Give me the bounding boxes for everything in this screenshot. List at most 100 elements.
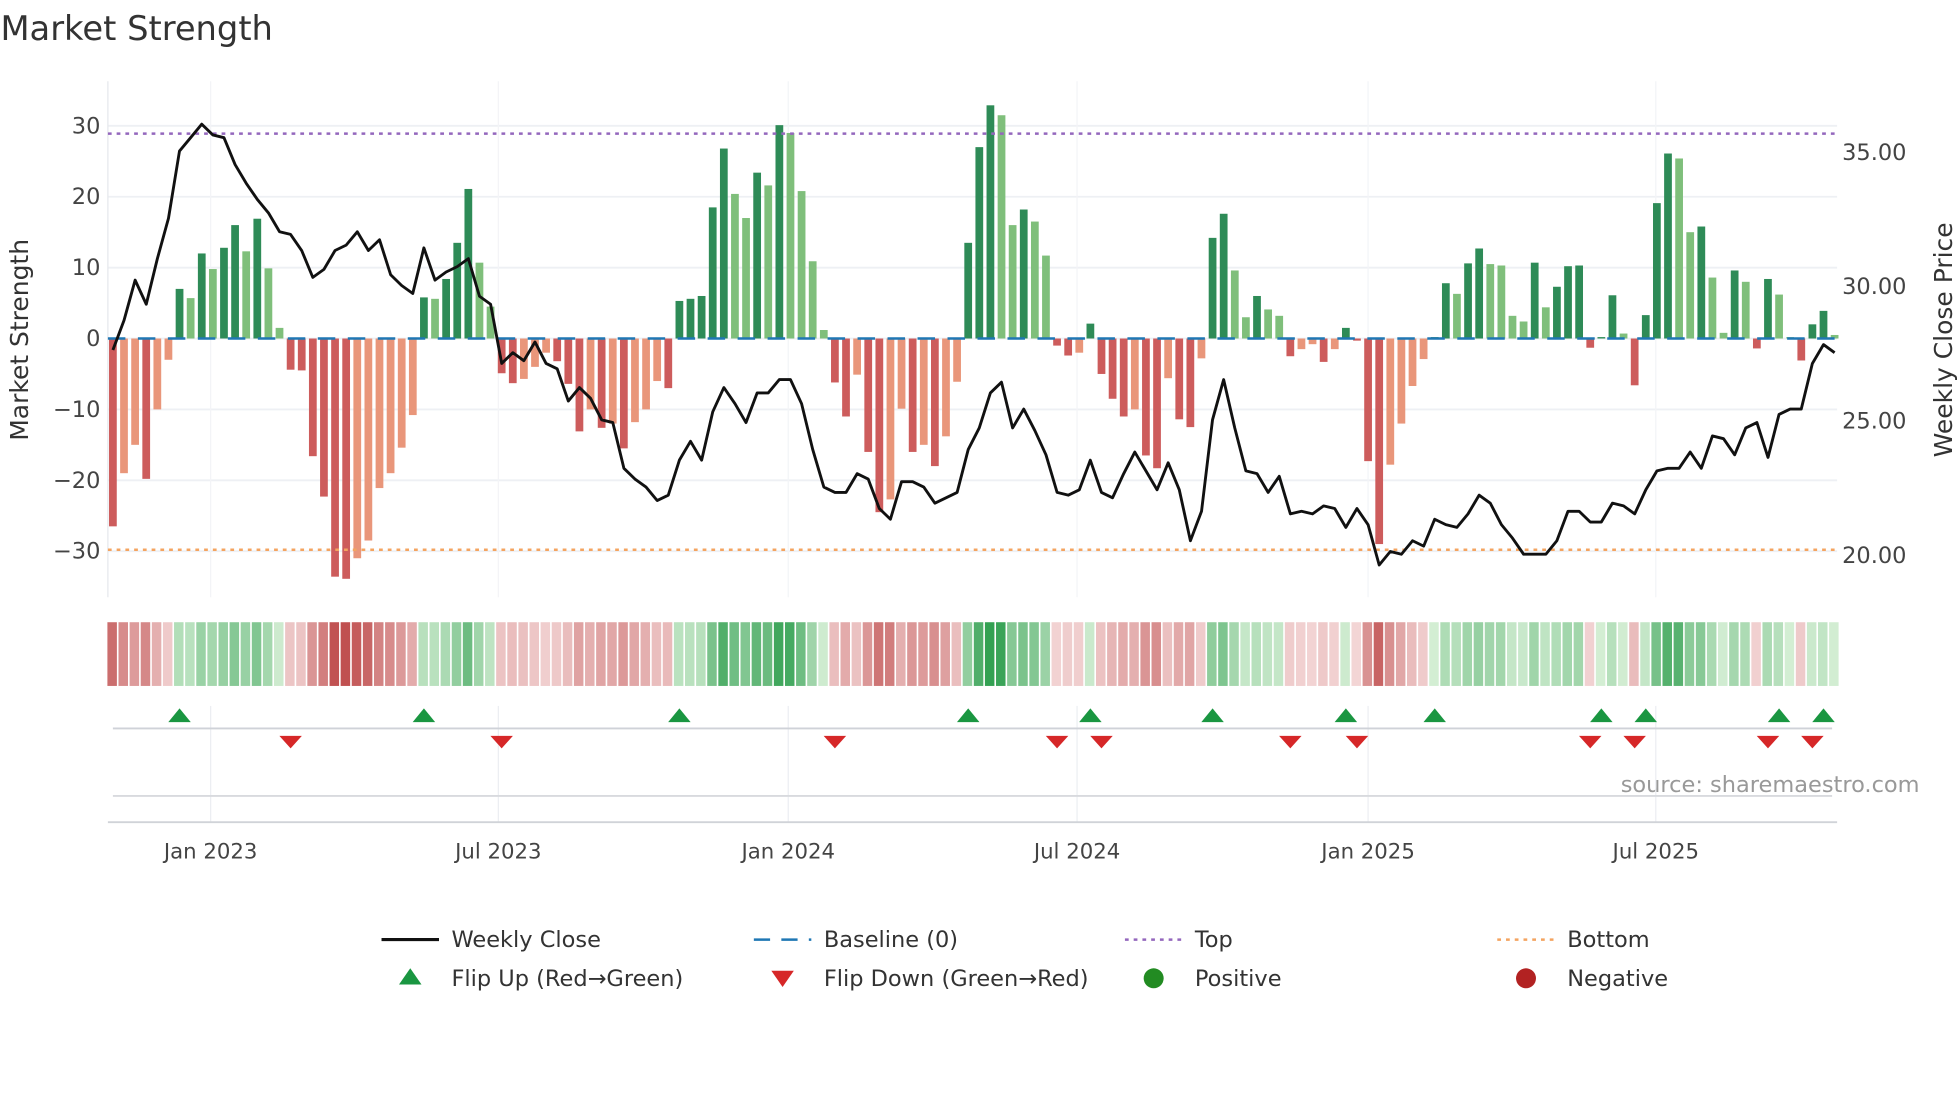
flip-up-marker [1634, 708, 1658, 723]
heat-cell [207, 622, 217, 686]
strength-bar [1464, 263, 1472, 339]
heat-cell [984, 622, 995, 686]
heat-cell [851, 622, 862, 686]
strength-bar [908, 338, 917, 452]
heat-cell [840, 622, 851, 686]
y-right-tick-label: 20.00 [1842, 543, 1906, 569]
strength-bar [1086, 323, 1095, 339]
heat-cell [240, 622, 251, 686]
strength-bar [1242, 317, 1250, 339]
flip-down-marker [1801, 735, 1824, 749]
strength-bar [753, 172, 762, 339]
heat-cell [673, 622, 684, 686]
heat-cell [1506, 622, 1517, 686]
strength-bar [442, 278, 451, 339]
legend-label: Bottom [1567, 927, 1649, 953]
strength-bar [253, 218, 262, 339]
heat-cell [773, 622, 784, 686]
heat-cell [1740, 622, 1750, 686]
strength-bar [1819, 310, 1828, 339]
y-axis-label-left: Market Strength [5, 239, 34, 441]
heat-cell [1762, 622, 1772, 686]
flip-up-marker [1767, 708, 1791, 723]
heat-cell [1484, 622, 1495, 686]
heat-cell [1595, 622, 1606, 686]
heat-cell [1384, 622, 1395, 686]
heat-cell [629, 622, 639, 686]
strength-bar [997, 115, 1006, 339]
strength-bar [1686, 232, 1695, 339]
strength-bar [1764, 278, 1772, 339]
heat-cell [251, 622, 262, 686]
strength-bar [1408, 338, 1417, 387]
heat-cell [1073, 622, 1084, 686]
heat-cell [1062, 622, 1073, 686]
heat-cell [829, 622, 839, 686]
strength-bar [431, 298, 439, 339]
legend-flip-up-icon [399, 968, 422, 985]
heat-cell [1551, 622, 1561, 686]
strength-bar [342, 338, 351, 579]
heat-cell [685, 622, 695, 686]
flip-up-marker [1423, 708, 1446, 723]
heat-cell [1718, 622, 1728, 686]
strength-bar [1475, 248, 1484, 339]
heat-cell [962, 622, 973, 686]
heat-cell [1540, 622, 1550, 686]
heat-cell [162, 622, 173, 686]
x-tick-label: Jul 2024 [1032, 839, 1120, 864]
strength-bar [1752, 338, 1761, 349]
strength-bar [631, 338, 639, 423]
heat-cell [118, 622, 128, 686]
strength-bar [553, 338, 562, 362]
strength-bar [375, 338, 384, 489]
strength-bar [742, 218, 750, 339]
heat-cell [1495, 622, 1506, 686]
heat-cell [1662, 622, 1672, 686]
heat-cell [618, 622, 628, 686]
flip-down-marker [823, 735, 847, 749]
strength-bar [275, 327, 284, 339]
strength-bar [542, 338, 550, 353]
strength-bar [331, 338, 339, 577]
strength-bar [109, 338, 117, 527]
strength-bar [1730, 270, 1739, 339]
source-label: source: sharemaestro.com [1621, 772, 1920, 798]
heat-cell [1673, 622, 1684, 686]
strength-bar [986, 105, 995, 339]
heat-cell [818, 622, 828, 686]
heat-cell [1440, 622, 1450, 686]
strength-bar [1575, 265, 1584, 339]
strength-bar [875, 338, 884, 513]
heat-cell [1684, 622, 1695, 686]
strength-bar [131, 338, 139, 445]
heat-cell [285, 622, 295, 686]
strength-bar [642, 338, 650, 410]
heat-cell [329, 622, 340, 686]
legend-label: Top [1194, 927, 1233, 953]
strength-bar [242, 251, 251, 339]
heat-cell [1818, 622, 1828, 686]
heat-cell [440, 622, 451, 686]
heat-cell [496, 622, 506, 686]
heat-cell [1573, 622, 1584, 686]
heat-cell [185, 622, 195, 686]
heat-cell [562, 622, 573, 686]
strength-bar [1230, 270, 1239, 339]
legend-label: Baseline (0) [824, 927, 958, 953]
strength-bar [1630, 338, 1639, 386]
heat-cell [396, 622, 406, 686]
heat-cell [662, 622, 673, 686]
strength-bar [1186, 338, 1195, 428]
heat-cell [751, 622, 762, 686]
flip-up-marker [412, 708, 436, 723]
heat-cell [707, 622, 717, 686]
strength-bar [1253, 295, 1261, 339]
x-tick-label: Jul 2025 [1611, 839, 1699, 864]
strength-bar [1664, 153, 1672, 339]
heat-cell [1651, 622, 1661, 686]
legend: Weekly Close Baseline (0) Top Bottom Flip Up… [381, 927, 1668, 992]
heat-cell [929, 622, 939, 686]
strength-bar [1530, 262, 1539, 339]
strength-bar [1175, 338, 1184, 420]
